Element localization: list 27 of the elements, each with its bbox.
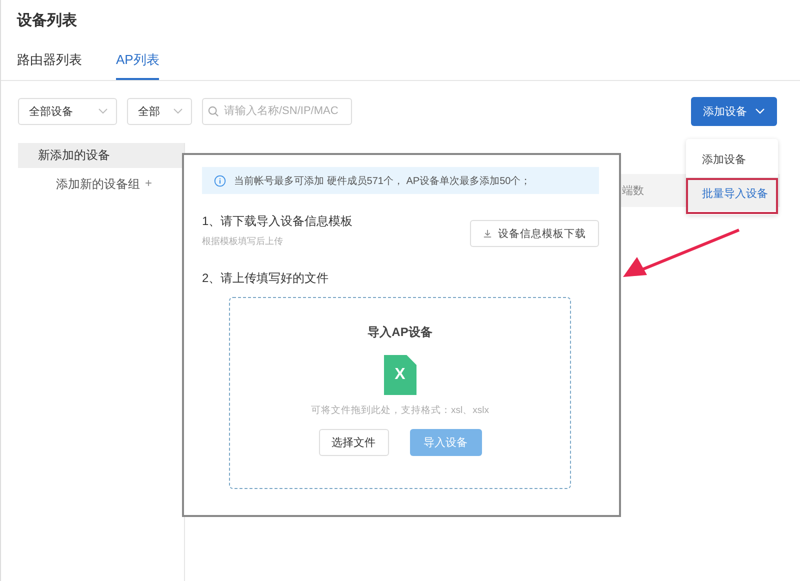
tab[interactable]: AP列表 bbox=[116, 51, 160, 80]
menu-item[interactable]: 批量导入设备 bbox=[686, 177, 778, 211]
notice-text: 当前帐号最多可添加 硬件成员571个， AP设备单次最多添加50个； bbox=[234, 174, 531, 188]
column-header: 端数 bbox=[622, 184, 644, 198]
sidebar-item[interactable]: 新添加的设备 bbox=[18, 143, 184, 168]
step-title: 1、请下载导入设备信息模板 bbox=[202, 213, 353, 230]
status-select[interactable]: 全部 bbox=[127, 98, 192, 124]
download-template-button[interactable]: 设备信息模板下载 bbox=[470, 220, 599, 247]
dropzone-title: 导入AP设备 bbox=[368, 324, 432, 341]
excel-file-icon: X bbox=[384, 355, 416, 395]
choose-file-button[interactable]: 选择文件 bbox=[318, 429, 388, 456]
chevron-down-icon bbox=[173, 108, 183, 114]
dropzone-hint: 可将文件拖到此处，支持格式：xsl、xslx bbox=[311, 404, 489, 417]
step-title: 2、请上传填写好的文件 bbox=[202, 270, 330, 287]
search-field[interactable]: 请输入名称/SN/IP/MAC bbox=[202, 98, 352, 124]
menu-item[interactable]: 添加设备 bbox=[686, 143, 778, 177]
tab[interactable]: 路由器列表 bbox=[17, 51, 82, 80]
chevron-down-icon bbox=[755, 108, 765, 114]
page-title: 设备列表 bbox=[16, 11, 78, 31]
add-group-link[interactable]: 添加新的设备组 bbox=[56, 176, 140, 193]
add-icon[interactable]: + bbox=[145, 176, 152, 193]
chevron-down-icon bbox=[98, 108, 108, 114]
add-device-button[interactable]: 添加设备 bbox=[691, 96, 777, 126]
device-select[interactable]: 全部设备 bbox=[18, 98, 117, 124]
info-icon bbox=[214, 174, 226, 186]
download-icon bbox=[483, 229, 492, 238]
step-hint: 根据模板填写后上传 bbox=[202, 235, 284, 248]
